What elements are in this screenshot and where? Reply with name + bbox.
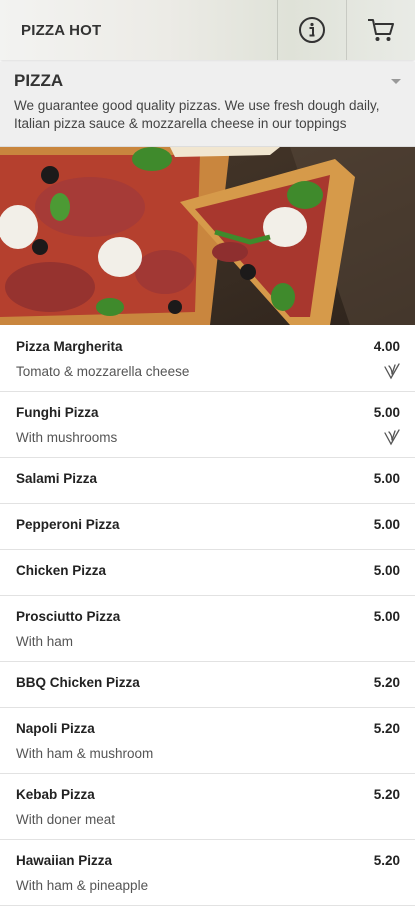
category-description: We guarantee good quality pizzas. We use… [14,98,380,131]
menu-item-price: 4.00 [373,339,400,354]
vegetarian-icon [384,429,400,446]
menu-item[interactable]: Salami Pizza 5.00 [0,458,415,504]
menu-item-price: 5.20 [373,787,400,802]
menu-item-list: Pizza Margherita 4.00 Tomato & mozzarella … [0,326,415,906]
menu-item[interactable]: BBQ Chicken Pizza 5.20 [0,662,415,708]
menu-item-price: 5.20 [373,721,400,736]
menu-item-name: Pepperoni Pizza [16,517,120,532]
menu-item[interactable]: Pepperoni Pizza 5.00 [0,504,415,550]
menu-item-description: Tomato & mozzarella cheese [16,364,190,379]
menu-item-price: 5.00 [373,405,400,420]
chevron-down-icon[interactable] [391,79,401,84]
menu-item-name: Napoli Pizza [16,721,95,736]
menu-item-description: With ham & mushroom [16,746,154,761]
cart-icon [368,19,394,41]
menu-item-price: 5.00 [373,471,400,486]
menu-item-price: 5.20 [373,853,400,868]
vegetarian-icon [384,363,400,380]
menu-item[interactable]: Kebab Pizza 5.20 With doner meat [0,774,415,840]
app-title: PIZZA HOT [21,21,102,39]
menu-item-description: With doner meat [16,812,116,827]
menu-item-name: Kebab Pizza [16,787,95,802]
menu-item-price: 5.00 [373,609,400,624]
pizza-image [0,147,415,325]
category-header[interactable]: PIZZA We guarantee good quality pizzas. … [0,62,415,147]
menu-item-description: With ham & pineapple [16,878,149,893]
cart-button[interactable] [346,0,415,60]
menu-item-description: With ham [16,634,74,649]
menu-item[interactable]: Hawaiian Pizza 5.20 With ham & pineapple [0,840,415,906]
menu-item[interactable]: Napoli Pizza 5.20 With ham & mushroom [0,708,415,774]
info-button[interactable] [277,0,346,60]
menu-item-price: 5.00 [373,517,400,532]
menu-item-price: 5.20 [373,675,400,690]
menu-item-description: With mushrooms [16,430,118,445]
menu-item-name: Prosciutto Pizza [16,609,121,624]
menu-item-name: BBQ Chicken Pizza [16,675,140,690]
menu-item[interactable]: Pizza Margherita 4.00 Tomato & mozzarella … [0,326,415,392]
menu-item-name: Hawaiian Pizza [16,853,113,868]
menu-item[interactable]: Chicken Pizza 5.00 [0,550,415,596]
menu-item[interactable]: Funghi Pizza 5.00 With mushrooms [0,392,415,458]
category-hero-image [0,147,415,325]
menu-item-name: Funghi Pizza [16,405,99,420]
menu-item-name: Chicken Pizza [16,563,107,578]
menu-item-price: 5.00 [373,563,400,578]
category-title: PIZZA [14,71,64,90]
info-icon [299,17,325,43]
menu-item-name: Salami Pizza [16,471,98,486]
menu-item-name: Pizza Margherita [16,339,123,354]
app-bar: PIZZA HOT [0,0,415,60]
menu-item[interactable]: Prosciutto Pizza 5.00 With ham [0,596,415,662]
